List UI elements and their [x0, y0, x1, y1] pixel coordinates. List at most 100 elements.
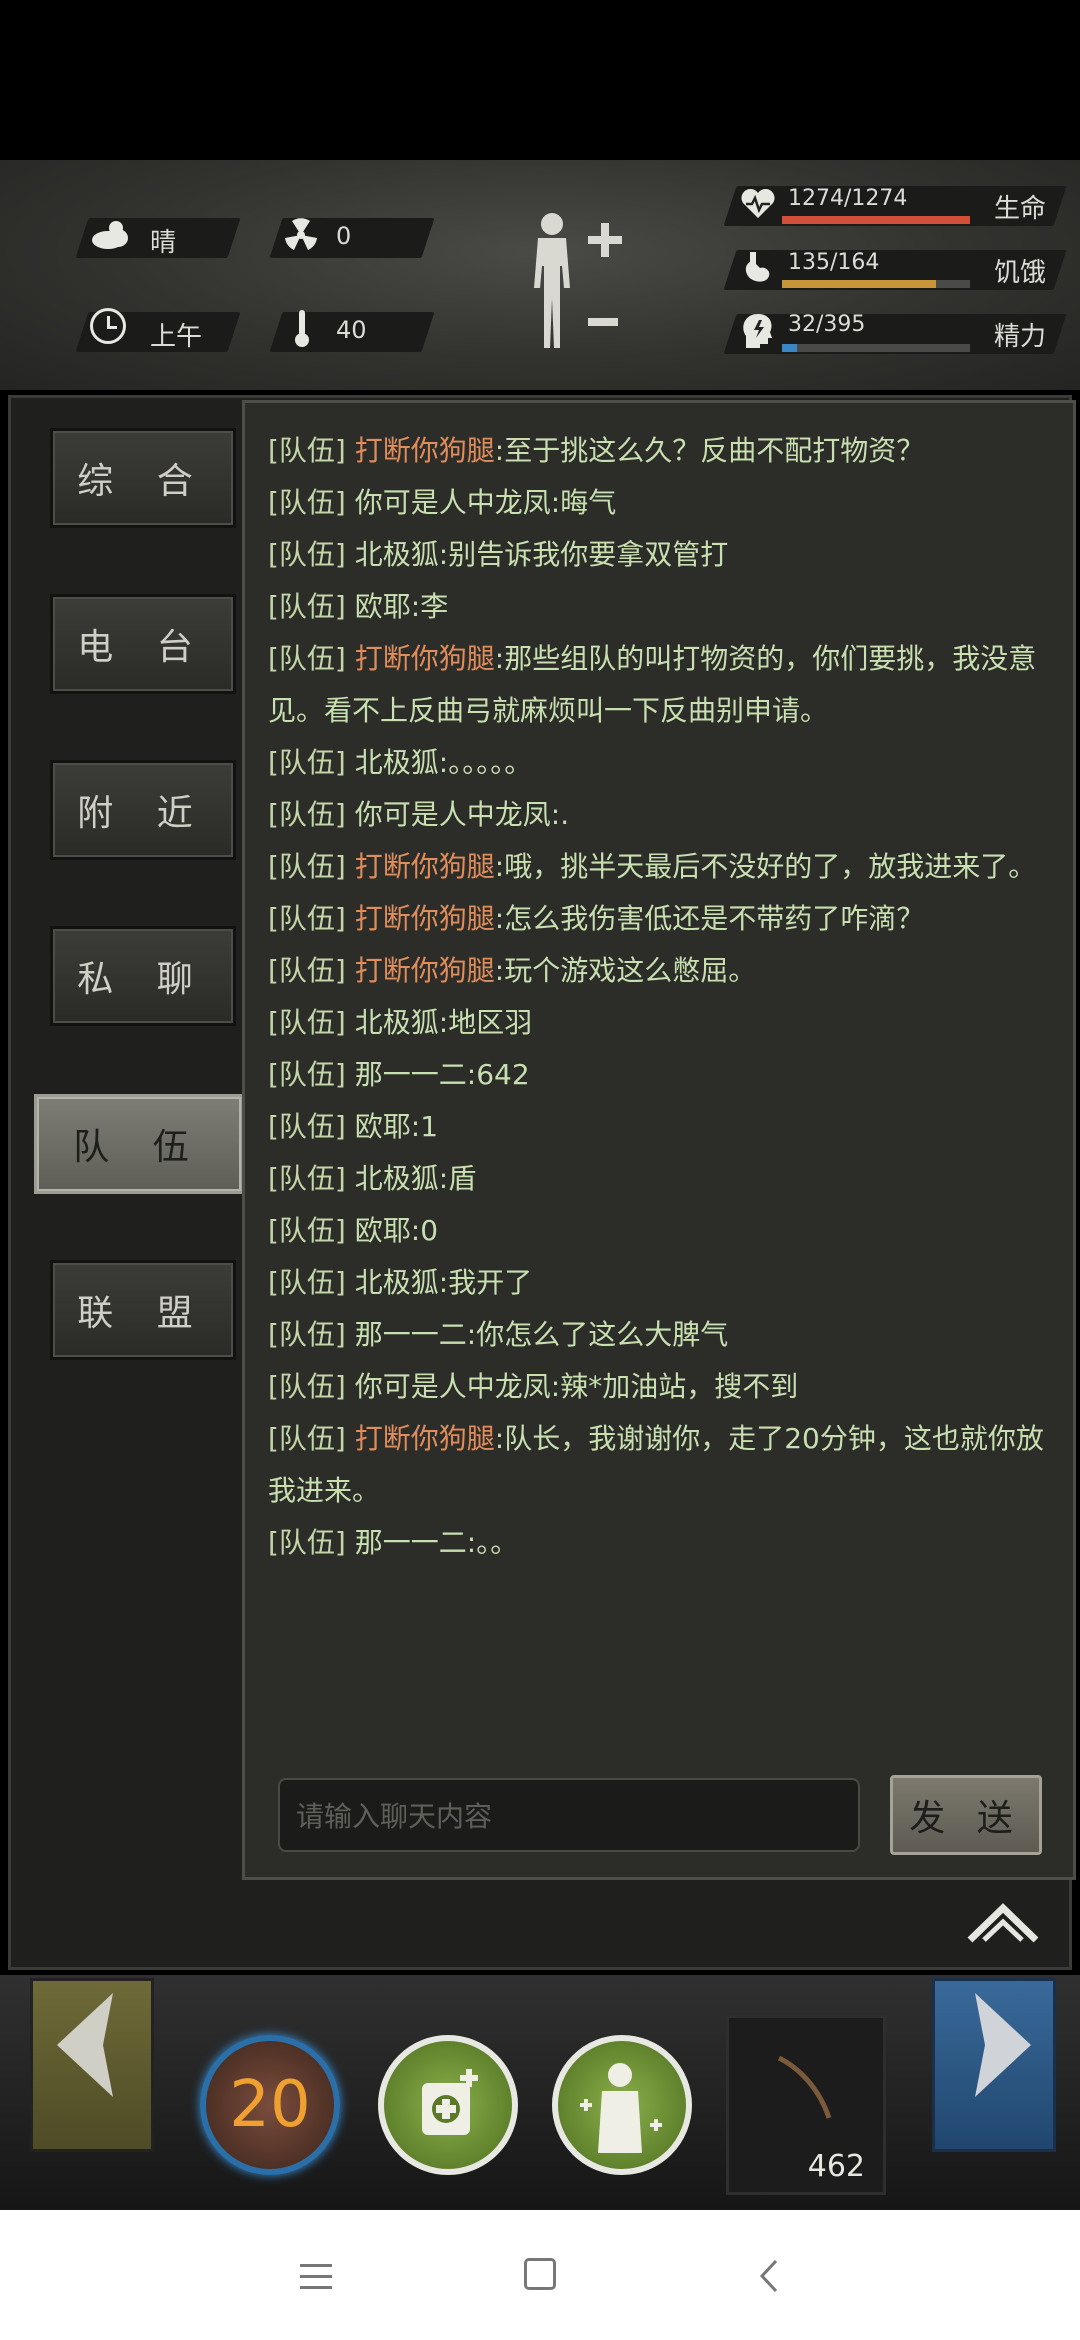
energy-label: 精力: [994, 322, 1047, 352]
chat-message: [队伍] 北极狐:。。。。。: [268, 737, 1058, 789]
skill-level-badge: 20: [229, 2068, 311, 2142]
stomach-icon: [742, 250, 772, 290]
chat-input[interactable]: 请输入聊天内容: [278, 1778, 860, 1852]
next-page-button[interactable]: [932, 1978, 1056, 2152]
skill-slot-1[interactable]: 20: [200, 2035, 340, 2175]
hunger-label: 饥饿: [994, 258, 1047, 288]
channel-tag: [队伍]: [268, 954, 355, 987]
chat-message: [队伍] 打断你狗腿:至于挑这么久？反曲不配打物资？: [268, 425, 1058, 477]
message-text: :玩个游戏这么憋屈。: [494, 954, 757, 987]
message-text: :1: [410, 1110, 439, 1143]
message-text: :0: [410, 1214, 439, 1247]
radiation-value: 0: [336, 222, 352, 250]
message-text: :我开了: [438, 1266, 533, 1299]
chat-message: [队伍] 打断你狗腿:哦，挑半天最后不没好的了，放我进来了。: [268, 841, 1058, 893]
character-body-icon[interactable]: [520, 208, 630, 362]
sender-name[interactable]: 你可是人中龙凤: [355, 1370, 551, 1403]
sender-name[interactable]: 你可是人中龙凤: [355, 798, 551, 831]
sender-name[interactable]: 那一一二: [355, 1318, 467, 1351]
life-bar: [782, 216, 970, 224]
sender-name[interactable]: 打断你狗腿: [355, 850, 495, 883]
sender-name[interactable]: 打断你狗腿: [355, 642, 495, 675]
head-energy-icon: [740, 310, 774, 354]
chat-message: [队伍] 欧耶:李: [268, 581, 1058, 633]
sender-name[interactable]: 北极狐: [355, 1162, 439, 1195]
channel-tag: [队伍]: [268, 1318, 355, 1351]
chat-message: [队伍] 那一一二:642: [268, 1049, 1058, 1101]
channel-tag: [队伍]: [268, 642, 355, 675]
sender-name[interactable]: 你可是人中龙凤: [355, 486, 551, 519]
weapon-item-icon: [769, 2048, 839, 2132]
channel-tag: [队伍]: [268, 1058, 355, 1091]
heal-character-skill-button[interactable]: [552, 2035, 692, 2175]
tab-radio[interactable]: 电 台: [50, 594, 236, 694]
message-text: :辣*加油站，搜不到: [550, 1370, 799, 1403]
send-button[interactable]: 发 送: [890, 1775, 1042, 1855]
chat-message: [队伍] 你可是人中龙凤:辣*加油站，搜不到: [268, 1361, 1058, 1413]
chat-message: [队伍] 打断你狗腿:玩个游戏这么憋屈。: [268, 945, 1058, 997]
sender-name[interactable]: 那一一二: [355, 1526, 467, 1559]
chat-message: [队伍] 北极狐:我开了: [268, 1257, 1058, 1309]
prev-page-button[interactable]: [30, 1978, 154, 2152]
message-text: :。。: [466, 1526, 519, 1559]
sender-name[interactable]: 那一一二: [355, 1058, 467, 1091]
channel-tag: [队伍]: [268, 1266, 355, 1299]
sender-name[interactable]: 打断你狗腿: [355, 954, 495, 987]
back-icon[interactable]: [758, 2258, 782, 2298]
channel-tag: [队伍]: [268, 746, 355, 779]
channel-tag: [队伍]: [268, 1006, 355, 1039]
channel-tag: [队伍]: [268, 1526, 355, 1559]
message-text: :.: [550, 798, 570, 831]
channel-tag: [队伍]: [268, 1422, 355, 1455]
message-text: :哦，挑半天最后不没好的了，放我进来了。: [494, 850, 1037, 883]
chat-message-list[interactable]: [队伍] 打断你狗腿:至于挑这么久？反曲不配打物资？ [队伍] 你可是人中龙凤:晦…: [268, 425, 1058, 1745]
sender-name[interactable]: 欧耶: [355, 1214, 411, 1247]
skill-bar: [0, 1975, 1080, 2210]
chat-message: [队伍] 你可是人中龙凤:晦气: [268, 477, 1058, 529]
status-bar-background: [0, 0, 1080, 160]
sender-name[interactable]: 打断你狗腿: [355, 1422, 495, 1455]
chat-message: [队伍] 北极狐:别告诉我你要拿双管打: [268, 529, 1058, 581]
life-value: 1274/1274: [788, 186, 908, 211]
message-text: :你怎么了这么大脾气: [466, 1318, 729, 1351]
sender-name[interactable]: 北极狐: [355, 746, 439, 779]
channel-tag: [队伍]: [268, 1370, 355, 1403]
sender-name[interactable]: 打断你狗腿: [355, 434, 495, 467]
tab-alliance[interactable]: 联 盟: [50, 1260, 236, 1360]
channel-tag: [队伍]: [268, 1110, 355, 1143]
tab-nearby[interactable]: 附 近: [50, 760, 236, 860]
tab-team[interactable]: 队 伍: [34, 1094, 244, 1194]
chat-message: [队伍] 你可是人中龙凤:.: [268, 789, 1058, 841]
medkit-skill-button[interactable]: [378, 2035, 518, 2175]
collapse-up-icon[interactable]: [966, 1900, 1040, 1950]
chat-message: [队伍] 欧耶:1: [268, 1101, 1058, 1153]
system-nav-bar: [0, 2210, 1080, 2340]
sender-name[interactable]: 欧耶: [355, 590, 411, 623]
channel-tag: [队伍]: [268, 434, 355, 467]
menu-icon[interactable]: [300, 2262, 336, 2296]
message-text: :晦气: [550, 486, 617, 519]
tab-private[interactable]: 私 聊: [50, 926, 236, 1026]
chat-message: [队伍] 那一一二:你怎么了这么大脾气: [268, 1309, 1058, 1361]
hunger-value: 135/164: [788, 250, 880, 275]
item-slot[interactable]: 462: [726, 2015, 886, 2195]
channel-tag: [队伍]: [268, 486, 355, 519]
channel-tag: [队伍]: [268, 902, 355, 935]
home-icon[interactable]: [524, 2258, 556, 2290]
radiation-icon: [284, 218, 318, 256]
message-text: :至于挑这么久？反曲不配打物资？: [494, 434, 925, 467]
sender-name[interactable]: 北极狐: [355, 1006, 439, 1039]
sender-name[interactable]: 北极狐: [355, 538, 439, 571]
energy-value: 32/395: [788, 312, 866, 337]
chat-message: [队伍] 打断你狗腿:怎么我伤害低还是不带药了咋滴？: [268, 893, 1058, 945]
sender-name[interactable]: 欧耶: [355, 1110, 411, 1143]
channel-tag: [队伍]: [268, 850, 355, 883]
thermometer-icon: [292, 308, 312, 352]
sender-name[interactable]: 打断你狗腿: [355, 902, 495, 935]
sender-name[interactable]: 北极狐: [355, 1266, 439, 1299]
chat-message: [队伍] 那一一二:。。: [268, 1517, 1058, 1569]
message-text: :盾: [438, 1162, 477, 1195]
hunger-bar: [782, 280, 970, 288]
tab-general[interactable]: 综 合: [50, 428, 236, 528]
item-count: 462: [807, 2149, 865, 2184]
